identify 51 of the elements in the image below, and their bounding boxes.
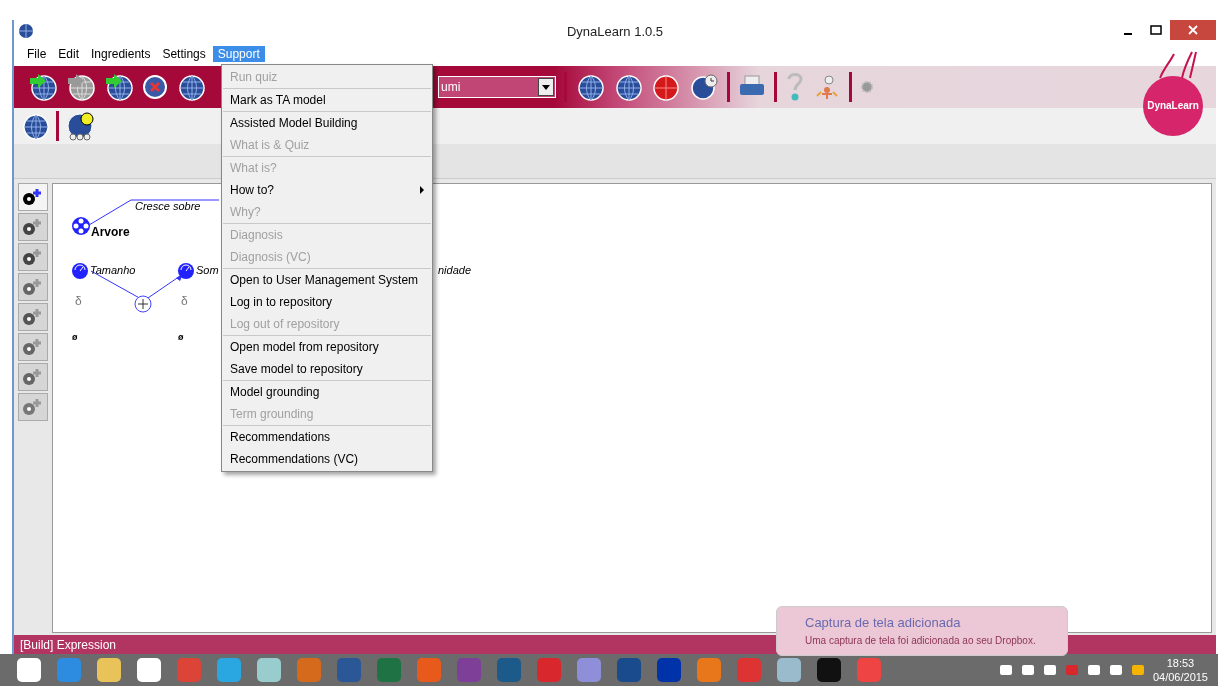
quantity-label: Tamanho bbox=[90, 264, 136, 276]
menu-item[interactable]: How to? bbox=[222, 179, 432, 201]
menu-item[interactable]: Ingredients bbox=[86, 46, 156, 62]
notification-title: Captura de tela adicionada bbox=[805, 615, 961, 630]
menu-item[interactable]: Assisted Model Building bbox=[223, 111, 431, 134]
globe-clock-icon[interactable] bbox=[689, 72, 719, 102]
menu-item[interactable]: Edit bbox=[53, 46, 85, 62]
menu-item[interactable]: Model grounding bbox=[223, 380, 431, 403]
menu-item[interactable]: Recommendations bbox=[223, 425, 431, 448]
globe-icon[interactable] bbox=[176, 72, 206, 102]
quantity-label: nidade bbox=[438, 264, 472, 276]
quantity-icon bbox=[71, 262, 89, 280]
plus-node-icon bbox=[134, 295, 152, 313]
taskbar-clock[interactable]: 18:53 04/06/2015 bbox=[1152, 656, 1208, 684]
derivative-label: δ bbox=[181, 294, 188, 308]
logo-text: DynaLearn bbox=[1146, 100, 1200, 111]
close-button[interactable] bbox=[1170, 20, 1216, 40]
menu-item[interactable]: Open to User Management System bbox=[223, 268, 431, 291]
maximize-icon bbox=[1150, 25, 1162, 35]
model-dropdown[interactable]: umi bbox=[438, 76, 556, 98]
caret-down-icon bbox=[542, 84, 550, 90]
globe-target-icon[interactable] bbox=[651, 72, 681, 102]
window-title: DynaLearn 1.0.5 bbox=[566, 23, 664, 39]
minimize-icon bbox=[1124, 33, 1132, 35]
derivative-label: δ bbox=[75, 294, 82, 308]
canvas-tool-button[interactable] bbox=[18, 183, 48, 211]
quantity-space-label: ø bbox=[72, 332, 78, 342]
gear-icon[interactable] bbox=[860, 80, 874, 94]
cancel-icon[interactable] bbox=[142, 74, 168, 100]
globe-icon[interactable] bbox=[20, 111, 50, 141]
menu-item[interactable]: Mark as TA model bbox=[223, 88, 431, 111]
quantity-space-label: ø bbox=[178, 332, 184, 342]
entity-icon bbox=[71, 216, 91, 236]
menu-item[interactable]: Settings bbox=[157, 46, 211, 62]
globe-arrow-icon[interactable] bbox=[104, 72, 134, 102]
menu-item[interactable]: Log in to repository bbox=[222, 291, 432, 313]
entity-label: Arvore bbox=[91, 225, 130, 239]
quantity-icon bbox=[177, 262, 195, 280]
menu-item[interactable]: Open model from repository bbox=[223, 335, 431, 358]
submenu-arrow-icon bbox=[420, 186, 424, 194]
canvas-tool-button[interactable] bbox=[18, 213, 48, 241]
globe-arrow-icon[interactable] bbox=[28, 72, 58, 102]
relation-label: Cresce sobre bbox=[135, 200, 201, 212]
app-globe-icon bbox=[18, 23, 34, 39]
menu-item[interactable]: File bbox=[22, 46, 52, 62]
menu-item[interactable]: Save model to repository bbox=[222, 358, 432, 380]
canvas-tool-button[interactable] bbox=[18, 243, 48, 271]
notification-message: Uma captura de tela foi adicionada ao seu Dropbox. bbox=[805, 635, 1036, 646]
menu-item[interactable]: Recommendations (VC) bbox=[222, 448, 432, 470]
quantity-label: Som bbox=[196, 264, 219, 276]
close-icon bbox=[1188, 25, 1198, 35]
